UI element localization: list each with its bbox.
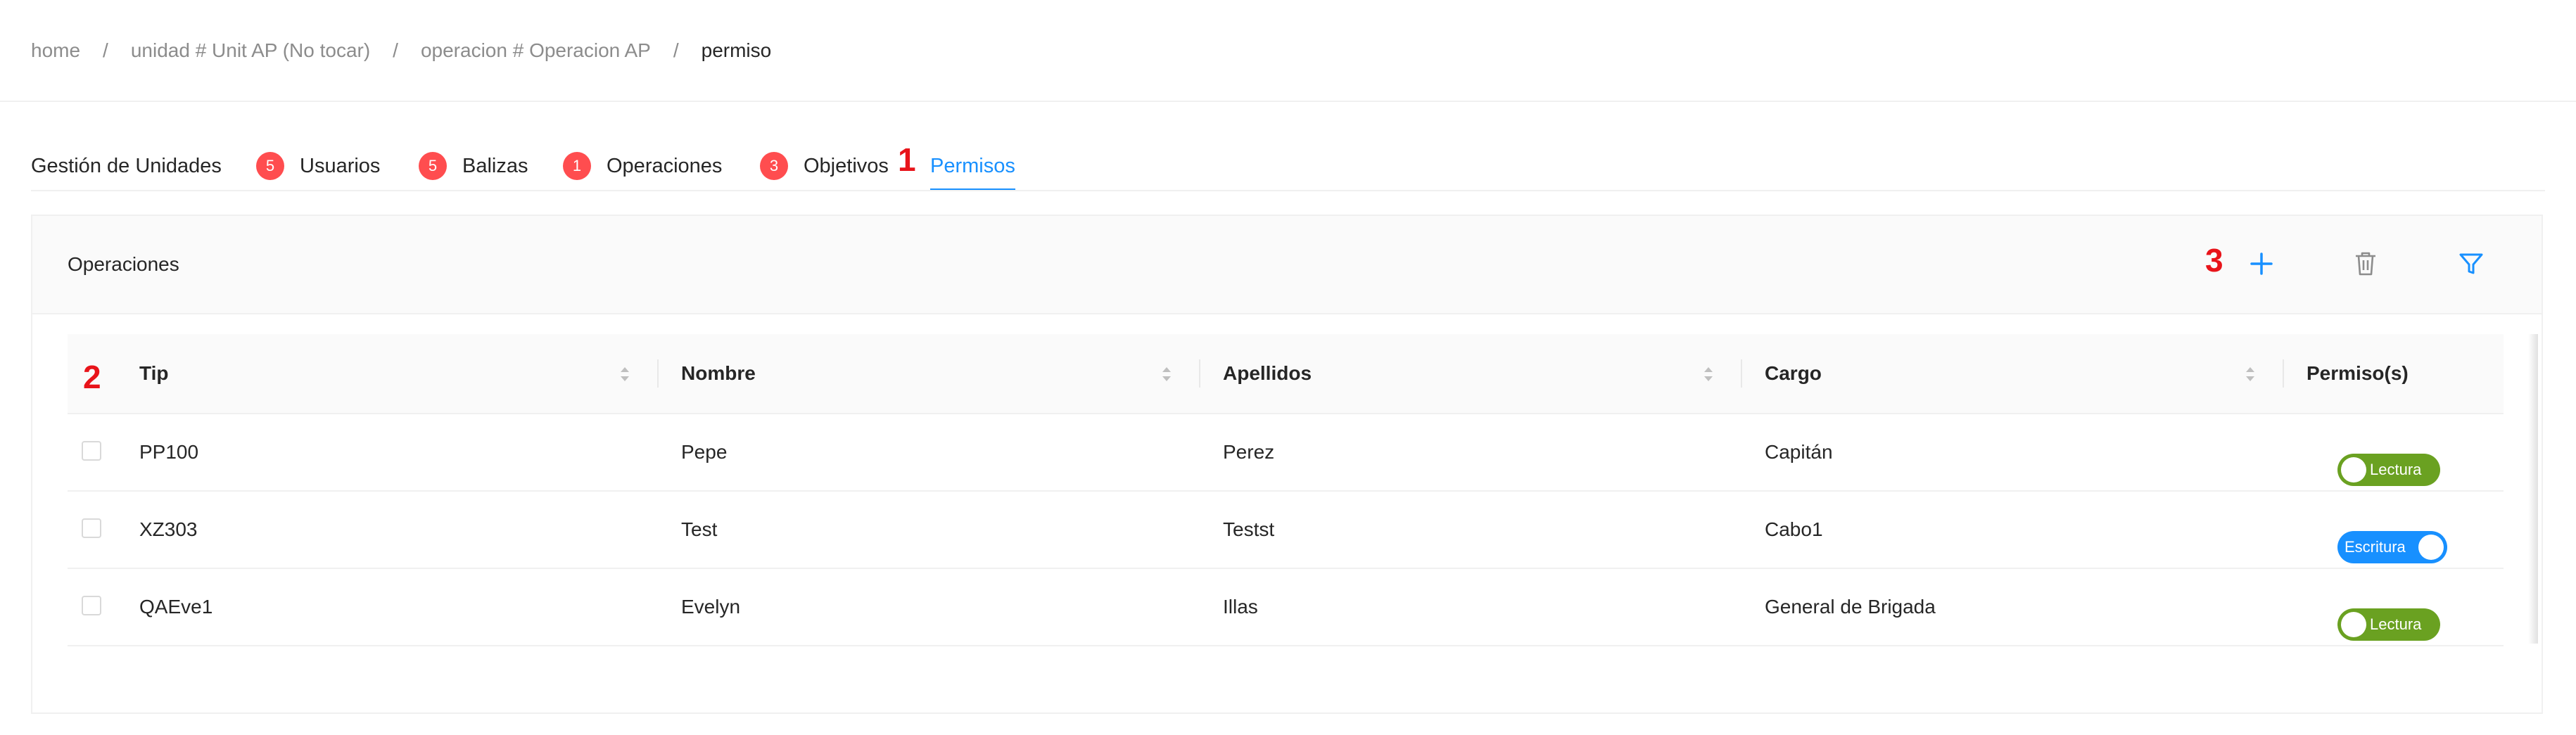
cell-nombre: Test <box>681 518 718 540</box>
cell-tip: QAEve1 <box>139 596 213 618</box>
tab-gestion-unidades[interactable]: Gestión de Unidades <box>31 141 222 191</box>
column-header-nombre[interactable]: Nombre <box>681 334 756 413</box>
card-title: Operaciones <box>68 253 179 275</box>
tab-label: Operaciones <box>607 154 723 177</box>
sort-icon[interactable] <box>1701 362 1715 386</box>
sort-icon[interactable] <box>2243 362 2257 386</box>
cell-tip: PP100 <box>139 441 199 463</box>
cell-nombre: Pepe <box>681 441 728 463</box>
column-header-cargo[interactable]: Cargo <box>1765 334 1822 413</box>
breadcrumb: home / unidad # Unit AP (No tocar) / ope… <box>31 35 771 66</box>
breadcrumb-separator: / <box>673 39 679 61</box>
table-row[interactable]: XZ303 Test Testst Cabo1 Escritura <box>68 492 2504 569</box>
toggle-label: Lectura <box>2370 615 2422 633</box>
permission-toggle[interactable]: Lectura <box>2337 608 2440 641</box>
tab-permisos[interactable]: Permisos <box>930 141 1015 191</box>
breadcrumb-current: permiso <box>701 39 772 61</box>
row-checkbox[interactable] <box>82 441 101 461</box>
sort-icon[interactable] <box>618 362 632 386</box>
column-header-apellidos[interactable]: Apellidos <box>1223 334 1312 413</box>
table-row[interactable]: QAEve1 Evelyn Illas General de Brigada L… <box>68 569 2504 646</box>
annotation-marker-1: 1 <box>898 141 916 178</box>
tab-label: Balizas <box>462 154 528 177</box>
annotation-marker-3: 3 <box>2205 242 2223 279</box>
column-divider <box>1199 359 1200 388</box>
row-checkbox[interactable] <box>82 518 101 538</box>
toggle-knob <box>2341 457 2366 482</box>
column-divider <box>657 359 659 388</box>
card-header: Operaciones 3 <box>32 216 2542 314</box>
cell-apellidos: Testst <box>1223 518 1275 540</box>
breadcrumb-home[interactable]: home <box>31 39 80 62</box>
tab-label: Objetivos <box>804 154 889 177</box>
table-scroll-shadow <box>2528 334 2538 644</box>
permisos-table: 2 Tip Nombre Apellidos Cargo Permiso(s) … <box>68 334 2538 646</box>
tab-label: Usuarios <box>300 154 381 177</box>
cell-cargo: Capitán <box>1765 441 1833 463</box>
tab-bar: Gestión de Unidades 5 Usuarios 5 Balizas… <box>31 141 2545 191</box>
column-header-tip[interactable]: Tip <box>139 334 168 413</box>
tab-operaciones[interactable]: 1 Operaciones <box>563 141 722 191</box>
table-row[interactable]: PP100 Pepe Perez Capitán Lectura <box>68 414 2504 492</box>
toggle-knob <box>2341 612 2366 637</box>
cell-cargo: General de Brigada <box>1765 596 1936 618</box>
tab-usuarios[interactable]: 5 Usuarios <box>256 141 380 191</box>
filter-icon[interactable] <box>2453 245 2489 282</box>
cell-apellidos: Illas <box>1223 596 1258 618</box>
cell-cargo: Cabo1 <box>1765 518 1823 540</box>
tabs-divider <box>31 190 2545 191</box>
header-divider <box>0 101 2576 102</box>
tab-badge: 3 <box>760 152 788 180</box>
breadcrumb-unidad[interactable]: unidad # Unit AP (No tocar) <box>131 39 370 62</box>
breadcrumb-separator: / <box>393 39 398 61</box>
cell-nombre: Evelyn <box>681 596 741 618</box>
toggle-label: Lectura <box>2370 461 2422 478</box>
trash-icon[interactable] <box>2347 245 2384 282</box>
tab-label: Permisos <box>930 154 1015 177</box>
column-header-permisos: Permiso(s) <box>2307 362 2409 384</box>
plus-icon[interactable] <box>2243 245 2280 282</box>
column-divider <box>2283 359 2284 388</box>
breadcrumb-operacion[interactable]: operacion # Operacion AP <box>421 39 651 62</box>
toggle-label: Escritura <box>2345 538 2406 556</box>
sort-icon[interactable] <box>1160 362 1174 386</box>
cell-apellidos: Perez <box>1223 441 1275 463</box>
tab-balizas[interactable]: 5 Balizas <box>419 141 528 191</box>
permission-toggle[interactable]: Lectura <box>2337 454 2440 486</box>
annotation-marker-2: 2 <box>83 359 101 395</box>
tab-badge: 5 <box>256 152 284 180</box>
permission-toggle[interactable]: Escritura <box>2337 531 2447 563</box>
tab-badge: 5 <box>419 152 447 180</box>
table-header: 2 Tip Nombre Apellidos Cargo Permiso(s) <box>68 334 2504 414</box>
breadcrumb-separator: / <box>103 39 108 61</box>
row-checkbox[interactable] <box>82 596 101 615</box>
cell-tip: XZ303 <box>139 518 198 540</box>
tab-label: Gestión de Unidades <box>31 154 222 177</box>
tab-objetivos[interactable]: 3 Objetivos <box>760 141 889 191</box>
operaciones-card: Operaciones 3 2 Tip Nombre Apellidos Car… <box>31 215 2543 714</box>
toggle-knob <box>2418 535 2444 560</box>
column-divider <box>1741 359 1742 388</box>
tab-badge: 1 <box>563 152 591 180</box>
